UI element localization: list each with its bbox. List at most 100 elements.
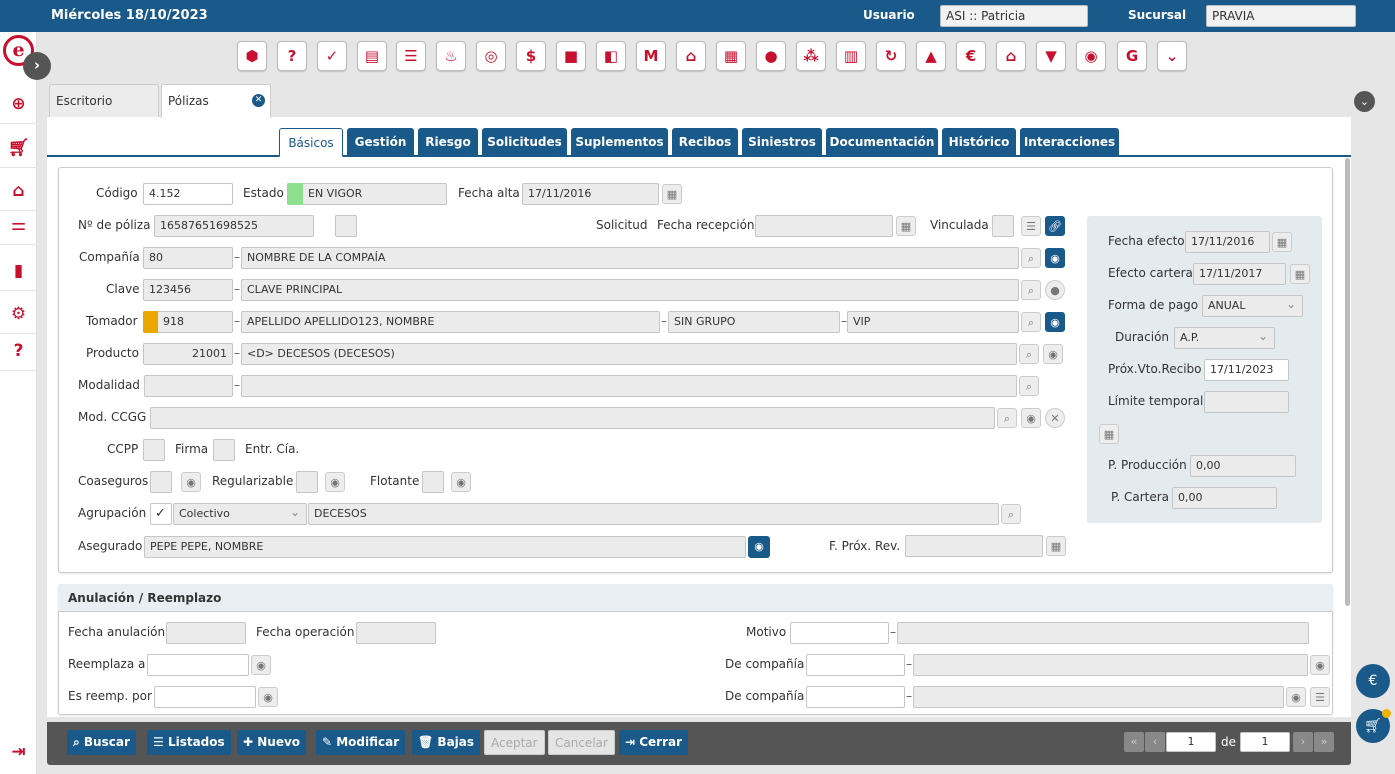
bar-chart-icon[interactable]: ▮ bbox=[0, 251, 37, 291]
fecha-efecto-field[interactable]: 17/11/2016 bbox=[1185, 231, 1270, 253]
p-cartera-field[interactable]: 0,00 bbox=[1172, 487, 1277, 509]
person-check-icon[interactable]: ✓ bbox=[317, 41, 347, 71]
tab-interacciones[interactable]: Interacciones bbox=[1020, 128, 1119, 156]
es-reemp-field[interactable] bbox=[154, 686, 256, 708]
compania-code-field[interactable]: 80 bbox=[143, 247, 233, 269]
close-tab-icon[interactable]: ✕ bbox=[252, 94, 265, 107]
efecto-cartera-field[interactable]: 17/11/2017 bbox=[1193, 263, 1286, 285]
reemplaza-field[interactable] bbox=[147, 654, 249, 676]
chevron-down-icon[interactable]: ⌄ bbox=[1157, 41, 1187, 71]
cerrar-button[interactable]: ⇥ Cerrar bbox=[619, 730, 689, 755]
sliders-icon[interactable]: ⚌ bbox=[0, 205, 37, 245]
eye-icon[interactable]: ◉ bbox=[181, 472, 201, 492]
eye-icon[interactable]: ◉ bbox=[258, 687, 278, 707]
list-icon[interactable]: ☰ bbox=[1310, 687, 1330, 707]
last-page-button[interactable]: » bbox=[1314, 732, 1334, 752]
eye-icon[interactable]: ◉ bbox=[1021, 408, 1041, 428]
calendar-icon[interactable]: ▦ bbox=[662, 184, 682, 204]
bajas-button[interactable]: 🗑︎ Bajas bbox=[412, 730, 481, 755]
calendar-icon[interactable]: ▦ bbox=[1046, 536, 1066, 556]
refresh-icon[interactable]: ↻ bbox=[876, 41, 906, 71]
search-icon[interactable]: ⌕ bbox=[1021, 312, 1041, 332]
ccpp-checkbox[interactable] bbox=[143, 439, 165, 461]
de-compania-code-field[interactable] bbox=[806, 654, 905, 676]
eye-icon[interactable]: ◉ bbox=[748, 536, 770, 558]
clave-name-field[interactable]: CLAVE PRINCIPAL bbox=[241, 279, 1019, 301]
money-icon[interactable]: $ bbox=[516, 41, 546, 71]
people-money-icon[interactable]: ▲ bbox=[916, 41, 946, 71]
eye-icon[interactable]: ◉ bbox=[1286, 687, 1306, 707]
fecha-alta-field[interactable]: 17/11/2016 bbox=[522, 183, 659, 205]
modificar-button[interactable]: ✎ Modificar bbox=[316, 730, 406, 755]
coaseguros-checkbox[interactable] bbox=[150, 471, 172, 493]
euro-fab-icon[interactable]: € bbox=[1356, 664, 1390, 698]
branch-field[interactable]: PRAVIA bbox=[1206, 5, 1356, 27]
search-icon[interactable]: ⌕ bbox=[1001, 504, 1021, 524]
target-icon[interactable]: ◎ bbox=[476, 41, 506, 71]
tab-gestion[interactable]: Gestión bbox=[347, 128, 414, 156]
limite-temporal-field[interactable] bbox=[1204, 391, 1289, 413]
user-field[interactable]: ASI :: Patricia bbox=[940, 5, 1088, 27]
grupo-field[interactable]: SIN GRUPO bbox=[668, 311, 840, 333]
agrupacion-select[interactable]: Colectivo bbox=[173, 503, 307, 525]
compania-name-field[interactable]: NOMBRE DE LA COMPAÍA bbox=[241, 247, 1019, 269]
search-icon[interactable]: ⌕ bbox=[1019, 376, 1039, 396]
expand-sidebar-button[interactable]: › bbox=[23, 52, 51, 80]
fecha-anulacion-field[interactable] bbox=[166, 622, 246, 644]
de-compania2-name-field[interactable] bbox=[913, 686, 1284, 708]
calendar-icon[interactable]: ▦ bbox=[1290, 264, 1310, 284]
gear-icon[interactable]: ⚙ bbox=[0, 294, 37, 334]
list-doc-icon[interactable]: ☰ bbox=[396, 41, 426, 71]
agrupacion-name-field[interactable]: DECESOS bbox=[308, 503, 999, 525]
prox-vto-field[interactable]: 17/11/2023 bbox=[1204, 359, 1289, 381]
building-icon[interactable]: ▦ bbox=[716, 41, 746, 71]
shield-euro-icon[interactable]: ▼ bbox=[1036, 41, 1066, 71]
dot-icon[interactable]: ● bbox=[1045, 280, 1065, 300]
link-icon[interactable]: 🔗︎ bbox=[1045, 216, 1065, 236]
cancelar-button[interactable]: Cancelar bbox=[548, 730, 615, 755]
first-page-button[interactable]: « bbox=[1124, 732, 1144, 752]
prev-page-button[interactable]: ‹ bbox=[1145, 732, 1165, 752]
euro-icon[interactable]: € bbox=[956, 41, 986, 71]
eye-icon[interactable]: ◉ bbox=[251, 655, 271, 675]
search-icon[interactable]: ⌕ bbox=[997, 408, 1017, 428]
eye-icon[interactable]: ◉ bbox=[1045, 312, 1065, 332]
buscar-button[interactable]: ⌕ Buscar bbox=[67, 730, 136, 755]
cube-icon[interactable]: ⬢ bbox=[237, 41, 267, 71]
m-logo-icon[interactable]: M bbox=[636, 41, 666, 71]
house-euro-icon[interactable]: ⌂ bbox=[996, 41, 1026, 71]
p-produccion-field[interactable]: 0,00 bbox=[1190, 455, 1296, 477]
clave-code-field[interactable]: 123456 bbox=[143, 279, 233, 301]
tab-suplementos[interactable]: Suplementos bbox=[571, 128, 668, 156]
duracion-select[interactable]: A.P. bbox=[1174, 327, 1275, 349]
poliza-field[interactable]: 16587651698525 bbox=[154, 215, 314, 237]
eye-logo-icon[interactable]: ◉ bbox=[1076, 41, 1106, 71]
modccgg-field[interactable] bbox=[150, 407, 995, 429]
aceptar-button[interactable]: Aceptar bbox=[484, 730, 545, 755]
motivo-code-field[interactable] bbox=[790, 622, 889, 644]
vinculada-checkbox[interactable] bbox=[992, 215, 1014, 237]
briefcase-icon[interactable]: ■ bbox=[556, 41, 586, 71]
person-question-icon[interactable]: ? bbox=[277, 41, 307, 71]
calendar-icon[interactable]: ▦ bbox=[1099, 424, 1119, 444]
producto-name-field[interactable]: <D> DECESOS (DECESOS) bbox=[241, 343, 1017, 365]
calendar-icon[interactable]: ▦ bbox=[896, 216, 916, 236]
de-compania-name-field[interactable] bbox=[913, 654, 1308, 676]
categoria-field[interactable]: VIP bbox=[847, 311, 1019, 333]
poliza-checkbox[interactable] bbox=[335, 215, 357, 237]
fecha-operacion-field[interactable] bbox=[356, 622, 436, 644]
tab-basicos[interactable]: Básicos bbox=[279, 128, 343, 157]
group-icon[interactable]: ⁂ bbox=[796, 41, 826, 71]
tab-desktop[interactable]: Escritorio bbox=[49, 84, 159, 118]
listados-button[interactable]: ☰ Listados bbox=[147, 730, 231, 755]
next-page-button[interactable]: › bbox=[1293, 732, 1313, 752]
tab-siniestros[interactable]: Siniestros bbox=[742, 128, 822, 156]
search-icon[interactable]: ⌕ bbox=[1021, 280, 1041, 300]
producto-code-field[interactable]: 21001 bbox=[143, 343, 233, 365]
modalidad-code-field[interactable] bbox=[144, 375, 233, 397]
fecha-recepcion-field[interactable] bbox=[755, 215, 893, 237]
search-icon[interactable]: ⌕ bbox=[1021, 248, 1041, 268]
flame-icon[interactable]: ♨ bbox=[436, 41, 466, 71]
asegurado-field[interactable]: PEPE PEPE, NOMBRE bbox=[144, 536, 746, 558]
tab-solicitudes[interactable]: Solicitudes bbox=[482, 128, 567, 156]
